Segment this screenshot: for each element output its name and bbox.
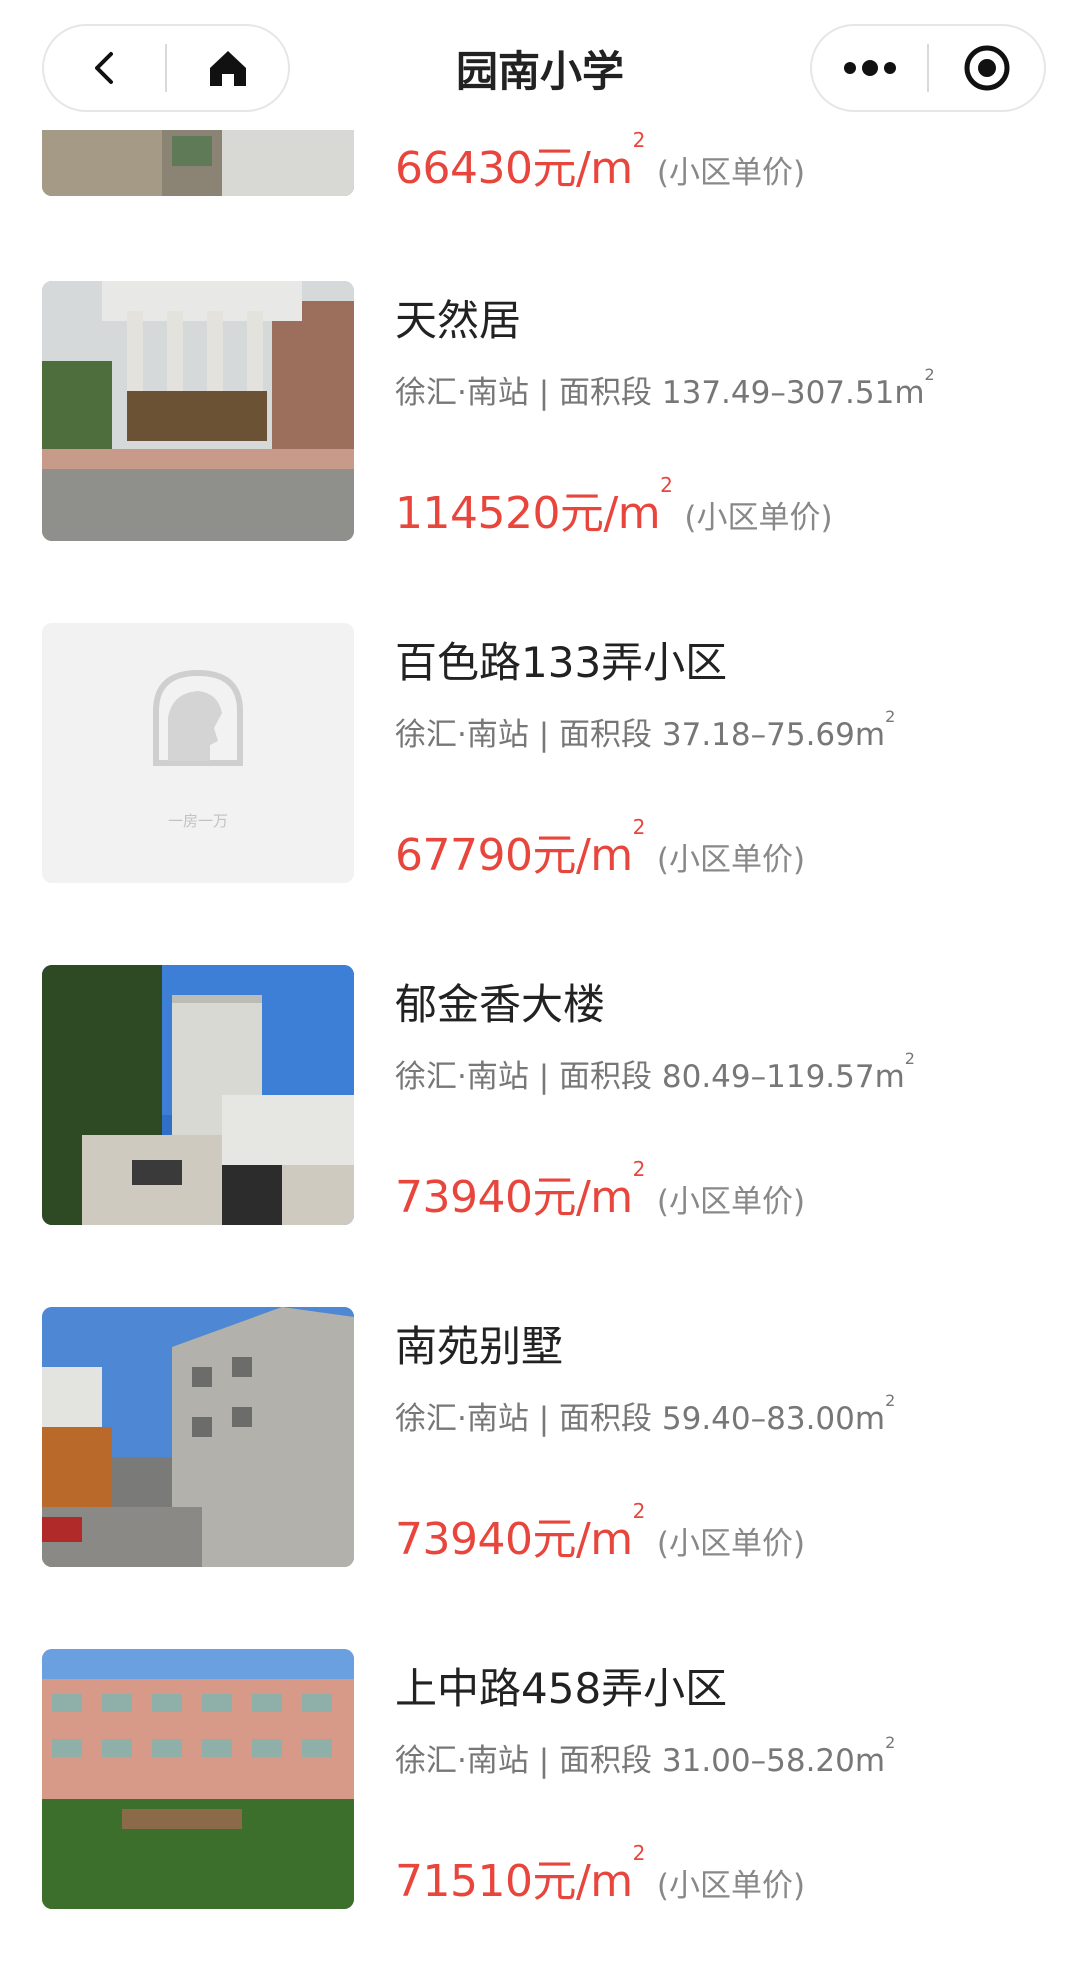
price-label: (小区单价): [656, 1868, 806, 1904]
list-item[interactable]: 一房一万 百色路133弄小区 徐汇·南站 | 面积段 37.18–75.69m2…: [0, 623, 1080, 883]
more-dots-icon: [843, 60, 896, 76]
placeholder-logo: 一房一万: [42, 623, 354, 883]
close-button[interactable]: [929, 26, 1044, 110]
community-name: 郁金香大楼: [395, 980, 606, 1029]
unit-price: 67790元/m2: [395, 815, 645, 881]
pavilion-gate-photo: [42, 281, 354, 541]
community-meta: 徐汇·南站 | 面积段 59.40–83.00m2: [395, 1391, 896, 1437]
target-close-icon: [964, 45, 1009, 91]
list-item[interactable]: 南苑别墅 徐汇·南站 | 面积段 59.40–83.00m2 73940元/m2…: [0, 1307, 1080, 1567]
price-label: (小区单价): [656, 155, 806, 191]
price-label: (小区单价): [656, 1184, 806, 1220]
chevron-left-icon: [94, 52, 113, 84]
nav-capsule-left: [42, 24, 290, 112]
price-label: (小区单价): [656, 1526, 806, 1562]
community-name: 南苑别墅: [395, 1322, 564, 1371]
community-meta: 徐汇·南站 | 面积段 31.00–58.20m2: [395, 1733, 896, 1779]
unit-price: 71510元/m2: [395, 1841, 645, 1907]
community-name: 百色路133弄小区: [395, 638, 728, 687]
unit-price: 66430元/m2: [395, 128, 645, 194]
svg-text:一房一万: 一房一万: [168, 812, 228, 830]
list-item[interactable]: 郁金香大楼 徐汇·南站 | 面积段 80.49–119.57m2 73940元/…: [0, 965, 1080, 1225]
price-label: (小区单价): [684, 500, 833, 536]
nav-header: 园南小学: [0, 0, 1080, 130]
home-button[interactable]: [167, 26, 288, 110]
community-meta: 徐汇·南站 | 面积段 37.18–75.69m2: [395, 707, 896, 753]
community-name: 上中路458弄小区: [395, 1664, 728, 1713]
back-button[interactable]: [44, 26, 165, 110]
community-name: 天然居: [395, 296, 522, 345]
unit-price: 73940元/m2: [395, 1499, 645, 1565]
nav-capsule-right: [810, 24, 1046, 112]
price-label: (小区单价): [656, 842, 806, 878]
more-button[interactable]: [812, 26, 927, 110]
unit-price: 73940元/m2: [395, 1157, 645, 1223]
list-item[interactable]: 天然居 徐汇·南站 | 面积段 137.49–307.51m2 114520元/…: [0, 281, 1080, 541]
tower-building-photo: [42, 965, 354, 1225]
list-item[interactable]: 上中路458弄小区 徐汇·南站 | 面积段 31.00–58.20m2 7151…: [0, 1649, 1080, 1909]
apartment-block-photo: [42, 1649, 354, 1909]
street-building-photo: [42, 1307, 354, 1567]
community-meta: 徐汇·南站 | 面积段 80.49–119.57m2: [395, 1049, 915, 1095]
community-meta: 徐汇·南站 | 面积段 137.49–307.51m2: [395, 365, 935, 411]
unit-price: 114520元/m2: [395, 473, 673, 539]
home-icon: [209, 51, 246, 86]
